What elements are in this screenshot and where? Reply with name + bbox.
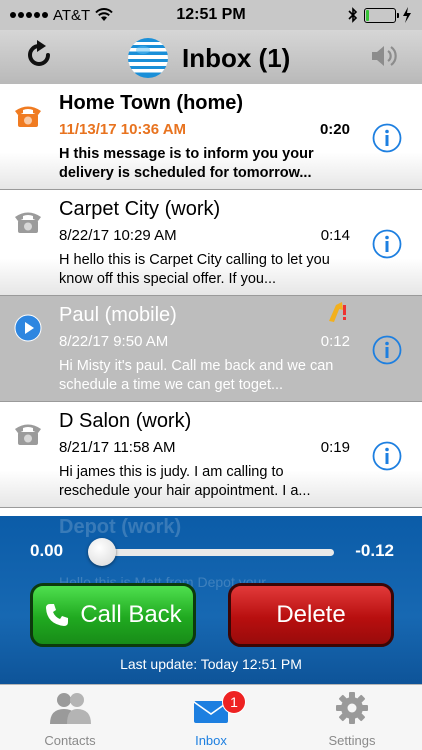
att-globe-logo	[128, 38, 168, 78]
message-duration: 0:12	[320, 333, 350, 350]
caller-name: Home Town (home)	[59, 92, 244, 114]
call-back-button[interactable]: Call Back	[30, 583, 196, 647]
info-icon[interactable]	[372, 335, 402, 365]
nav-bar: Inbox (1)	[0, 30, 422, 84]
refresh-icon[interactable]	[22, 38, 56, 72]
message-transcript: Hi Misty it's paul. Call me back and we …	[59, 358, 334, 393]
urgent-flag-icon	[329, 302, 346, 322]
status-right	[272, 7, 412, 23]
playback-panel: Depot (work) Hello this is Matt from Dep…	[0, 516, 422, 684]
caller-name: D Salon (work)	[59, 410, 192, 432]
playback-slider[interactable]	[92, 549, 334, 556]
phone-gray-icon	[15, 424, 41, 445]
message-date: 11/13/17 10:36 AM	[59, 121, 187, 138]
message-transcript: H hello this is Carpet City calling to l…	[59, 252, 330, 287]
wifi-icon	[95, 8, 113, 21]
time-remaining: -0.12	[355, 541, 394, 560]
signal-icon	[10, 12, 48, 18]
info-icon[interactable]	[372, 229, 402, 259]
tab-label: Contacts	[44, 733, 96, 748]
delete-button[interactable]: Delete	[228, 583, 394, 647]
message-date: 8/22/17 10:29 AM	[59, 227, 177, 244]
unread-badge: 1	[222, 690, 246, 714]
info-icon[interactable]	[372, 441, 402, 471]
delete-label: Delete	[276, 601, 346, 628]
call-back-label: Call Back	[80, 601, 182, 628]
tab-settings[interactable]: Settings	[282, 685, 422, 750]
voicemail-list: Home Town (home) 11/13/17 10:36 AM 0:20 …	[0, 84, 422, 516]
battery-icon	[364, 7, 399, 23]
message-duration: 0:14	[320, 227, 350, 244]
list-item[interactable]: D Salon (work) 8/21/17 11:58 AM 0:19 Hi …	[0, 402, 422, 508]
tab-inbox[interactable]: Inbox	[141, 685, 281, 750]
message-date: 8/22/17 9:50 AM	[59, 333, 169, 350]
phone-orange-icon	[15, 106, 41, 127]
status-left: AT&T	[10, 7, 150, 24]
message-duration: 0:20	[319, 121, 350, 138]
message-duration: 0:19	[320, 439, 350, 456]
tab-label: Settings	[328, 733, 376, 748]
tab-contacts[interactable]: Contacts	[0, 685, 140, 750]
obscured-caller-name: Depot (work)	[59, 516, 182, 538]
phone-icon	[46, 604, 69, 626]
page-title: Inbox (1)	[182, 42, 291, 73]
status-bar: AT&T 12:51 PM	[0, 0, 422, 30]
speaker-icon[interactable]	[370, 42, 400, 70]
tab-label: Inbox	[195, 733, 227, 748]
message-transcript: H this message is to inform you your del…	[59, 146, 314, 181]
carrier-name: AT&T	[53, 6, 91, 24]
charging-bolt-icon	[403, 7, 411, 23]
caller-name: Carpet City (work)	[59, 198, 221, 220]
message-date: 8/21/17 11:58 AM	[59, 439, 176, 456]
battery-level	[366, 9, 369, 21]
time-elapsed: 0.00	[30, 541, 64, 560]
info-icon[interactable]	[372, 123, 402, 153]
gear-icon	[336, 692, 368, 724]
list-item[interactable]: Carpet City (work) 8/22/17 10:29 AM 0:14…	[0, 190, 422, 296]
status-time: 12:51 PM	[176, 6, 246, 23]
tab-bar: Contacts Inbox 1 Settings	[0, 684, 422, 750]
list-item[interactable]: Paul (mobile) 8/22/17 9:50 AM 0:12 Hi Mi…	[0, 296, 422, 402]
message-transcript: Hi james this is judy. I am calling to r…	[59, 464, 311, 499]
nav-center: Inbox (1)	[126, 36, 290, 80]
caller-name: Paul (mobile)	[59, 304, 177, 326]
phone-gray-icon	[15, 212, 41, 233]
list-item[interactable]: Home Town (home) 11/13/17 10:36 AM 0:20 …	[0, 84, 422, 190]
last-update-text: Last update: Today 12:51 PM	[120, 656, 302, 672]
contacts-icon	[50, 693, 91, 724]
play-icon[interactable]	[14, 314, 42, 342]
slider-thumb[interactable]	[88, 538, 116, 566]
bluetooth-icon	[348, 7, 358, 23]
